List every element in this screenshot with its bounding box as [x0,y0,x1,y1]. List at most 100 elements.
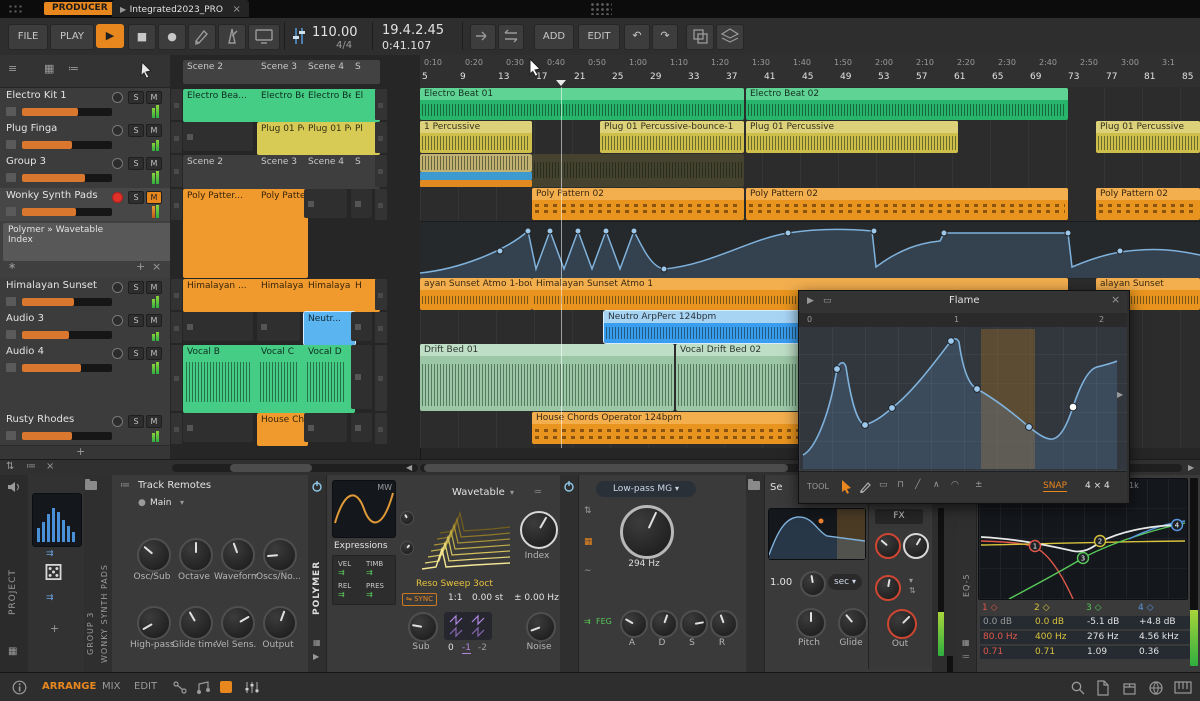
scene-stop-cell[interactable] [375,413,387,444]
arranger-clip[interactable]: Plug 01 Percussive [746,121,958,153]
band-freq[interactable]: 80.0 Hz [980,631,1034,644]
track-row[interactable]: Plug Finga S M [0,121,170,155]
mute-button[interactable]: M [146,314,162,327]
octave-minus2[interactable]: -2 [478,643,487,653]
close-device-icon[interactable]: × [152,261,161,272]
empty-clip-slot[interactable] [183,413,253,442]
arranger-clip[interactable]: Drift Bed 01 [420,344,674,411]
expr-timb[interactable]: TIMB [366,560,383,568]
track-row[interactable]: Audio 3 S M [0,311,170,345]
eq-point-3[interactable]: 3 [1081,555,1085,563]
stop-button[interactable]: ■ [128,24,156,50]
band-q[interactable]: 0.71 [980,646,1034,659]
band-header[interactable]: 2 ◇ [1034,603,1050,613]
release-knob[interactable] [710,610,738,638]
remotes-menu-icon[interactable]: ≔ [120,481,130,491]
track-row[interactable]: Rusty Rhodes S M [0,412,170,446]
track-row-selected[interactable]: Wonky Synth Pads S M [0,188,170,222]
keyboard-icon[interactable] [1174,680,1192,695]
edit-tab[interactable]: EDIT [134,681,157,692]
band-q[interactable]: 0.71 [1032,646,1086,659]
remote-knob-glide[interactable] [179,606,213,640]
clip-stop-button[interactable] [171,279,182,310]
remotes-page-caret-icon[interactable]: ▾ [180,499,184,507]
speaker-icon[interactable] [7,481,21,493]
play-menu-button[interactable]: PLAY [50,24,94,50]
arranger-clip[interactable]: 1 Percussive [420,121,532,153]
polymer-grid-icon[interactable]: ▦ [313,639,321,647]
pencil-tool-icon[interactable] [859,480,872,493]
cutoff-value[interactable]: 294 Hz [616,559,672,569]
wavetable-mini-knob[interactable] [400,541,414,555]
loop-button[interactable] [498,24,524,50]
launcher-clip[interactable]: Himalayan ... [183,279,261,312]
remote-knob-highpass[interactable] [137,606,171,640]
launcher-clip[interactable]: House Cho... [257,413,308,446]
wavetable-mini-knob[interactable] [400,511,414,525]
volume-fader[interactable] [22,331,112,339]
attack-knob[interactable] [620,610,648,638]
mute-button[interactable]: M [146,281,162,294]
scene-stop-cell[interactable] [375,122,387,153]
pin-icon[interactable]: ▭ [823,297,832,306]
launcher-clip[interactable]: Electro Bea... [304,89,355,122]
snap-grid-value[interactable]: 4 × 4 [1085,481,1110,491]
rect-shape-icon[interactable]: ▭ [879,481,888,490]
semitone-value[interactable]: 0.00 st [472,593,503,603]
eq-point-2[interactable]: 2 [1098,538,1102,546]
device-header-label[interactable]: Se [770,482,783,493]
envelope-time-value[interactable]: 1.00 [770,577,792,588]
band-gain[interactable]: -5.1 dB [1084,616,1138,629]
power-icon[interactable] [311,480,323,492]
project-tab-label[interactable]: PROJECT [8,545,18,615]
launcher-clip[interactable]: Plug 01 Per... [304,122,355,155]
add-device-icon[interactable]: + [136,261,145,272]
project-tab[interactable]: ▶ Integrated2023_PRO × [112,0,249,17]
launcher-clip-selected[interactable]: Neutr... [303,311,356,346]
mute-button[interactable]: M [146,191,162,204]
flame-curve[interactable] [799,327,1127,471]
volume-fader[interactable] [22,298,112,306]
io-routing-icon[interactable] [172,680,188,695]
volume-fader[interactable] [22,432,112,440]
dice-icon[interactable]: ⚄ [44,563,63,585]
clip-stop-button[interactable] [171,413,182,444]
grid-view-icon[interactable]: ▦ [44,63,54,74]
launcher-toggle-icon[interactable] [220,681,232,693]
solo-button[interactable]: S [128,157,144,170]
playhead-marker[interactable] [556,80,566,86]
launcher-clip[interactable]: Poly Patter... [257,189,308,278]
track-row[interactable]: Audio 4 S M [0,344,170,413]
eq-point-1[interactable]: 1 [1033,543,1037,551]
flame-close-icon[interactable]: × [1111,294,1120,305]
arranger-clip[interactable]: Poly Pattern 02 [532,188,744,220]
index-knob[interactable] [520,511,558,549]
out-knob[interactable] [887,609,917,639]
follow-playhead-icon[interactable]: ▶ [807,297,814,306]
expressions-box[interactable]: VEL ⇉ TIMB ⇉ REL ⇉ PRES ⇉ [332,555,396,605]
steps-shape-icon[interactable]: ⊓ [897,481,904,490]
curve-shape-icon[interactable]: ◠ [951,481,959,490]
add-button[interactable]: ADD [534,24,574,50]
wavetable-display[interactable] [416,505,516,579]
record-arm-button[interactable] [112,92,123,103]
punch-in-button[interactable] [470,24,496,50]
sub-knob[interactable] [408,612,438,642]
glide-knob[interactable] [838,608,868,638]
record-arm-button[interactable] [112,282,123,293]
track-height-icon[interactable]: ⇅ [6,462,14,472]
layers-button[interactable] [716,24,744,50]
sync-badge[interactable]: ⇋ SYNC [402,593,437,606]
fx-knob-red[interactable] [875,533,901,559]
empty-clip-slot[interactable] [351,312,372,341]
info-icon[interactable] [12,680,27,695]
wavetable-title[interactable]: Wavetable [452,487,505,498]
arranger-hscrollbar-thumb[interactable] [424,464,788,472]
clip-stop-button[interactable] [171,89,182,120]
filter-mode-select[interactable]: Low-pass MG ▾ [596,481,696,497]
time-display[interactable]: 0:41.107 [382,39,431,52]
launcher-clip[interactable]: Himalayan ... [304,279,355,312]
octave-0[interactable]: 0 [448,643,454,653]
record-arm-button[interactable] [112,416,123,427]
file-icon[interactable] [1096,680,1110,696]
